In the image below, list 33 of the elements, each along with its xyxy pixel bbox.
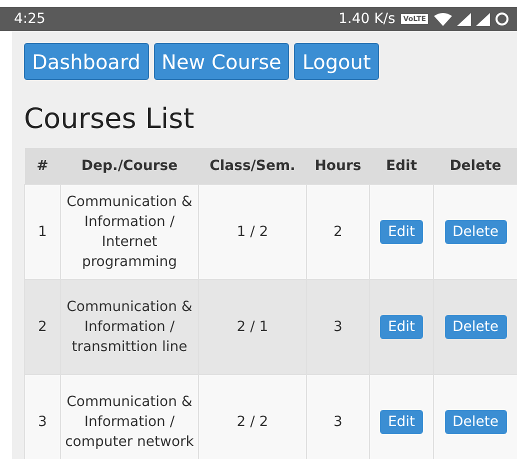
table-cell: Communication & Information / Internet programming (66, 194, 192, 270)
delete-button[interactable]: Delete (444, 315, 506, 339)
edit-button[interactable]: Edit (380, 410, 424, 434)
table-cell: 1 (38, 224, 47, 240)
clock-time: 4:25 (14, 11, 46, 27)
table-cell: Communication & Information / transmittion line (66, 299, 192, 355)
table-cell: 2 / 2 (236, 414, 268, 430)
table-cell: 1 / 2 (236, 224, 268, 240)
page-title: Courses List (24, 102, 196, 136)
nav-button[interactable]: New Course (154, 43, 290, 80)
table-cell: 2 (334, 224, 342, 240)
column-header: Dep./Course (60, 148, 198, 184)
column-header: Edit (370, 148, 434, 184)
nav-button[interactable]: Logout (294, 43, 379, 80)
nav-button[interactable]: Dashboard (24, 43, 149, 80)
network-speed: 1.40 K/s (338, 11, 396, 27)
wifi-icon (434, 12, 452, 26)
table-cell: Communication & Information / computer network (65, 394, 194, 450)
table-cell: 3 (334, 414, 342, 430)
table-cell: 2 / 1 (236, 319, 268, 335)
edit-button[interactable]: Edit (380, 220, 424, 244)
column-header: Class/Sem. (198, 148, 306, 184)
table-cell: 2 (38, 319, 47, 335)
column-header: Hours (306, 148, 370, 184)
signal-icon (476, 12, 490, 26)
column-header: # (24, 148, 60, 184)
table-cell: 3 (38, 414, 47, 430)
table-cell: 3 (334, 319, 342, 335)
edit-button[interactable]: Edit (380, 315, 424, 339)
column-header: Delete (434, 148, 517, 184)
delete-button[interactable]: Delete (444, 410, 506, 434)
delete-button[interactable]: Delete (444, 220, 506, 244)
signal-icon (457, 12, 471, 26)
